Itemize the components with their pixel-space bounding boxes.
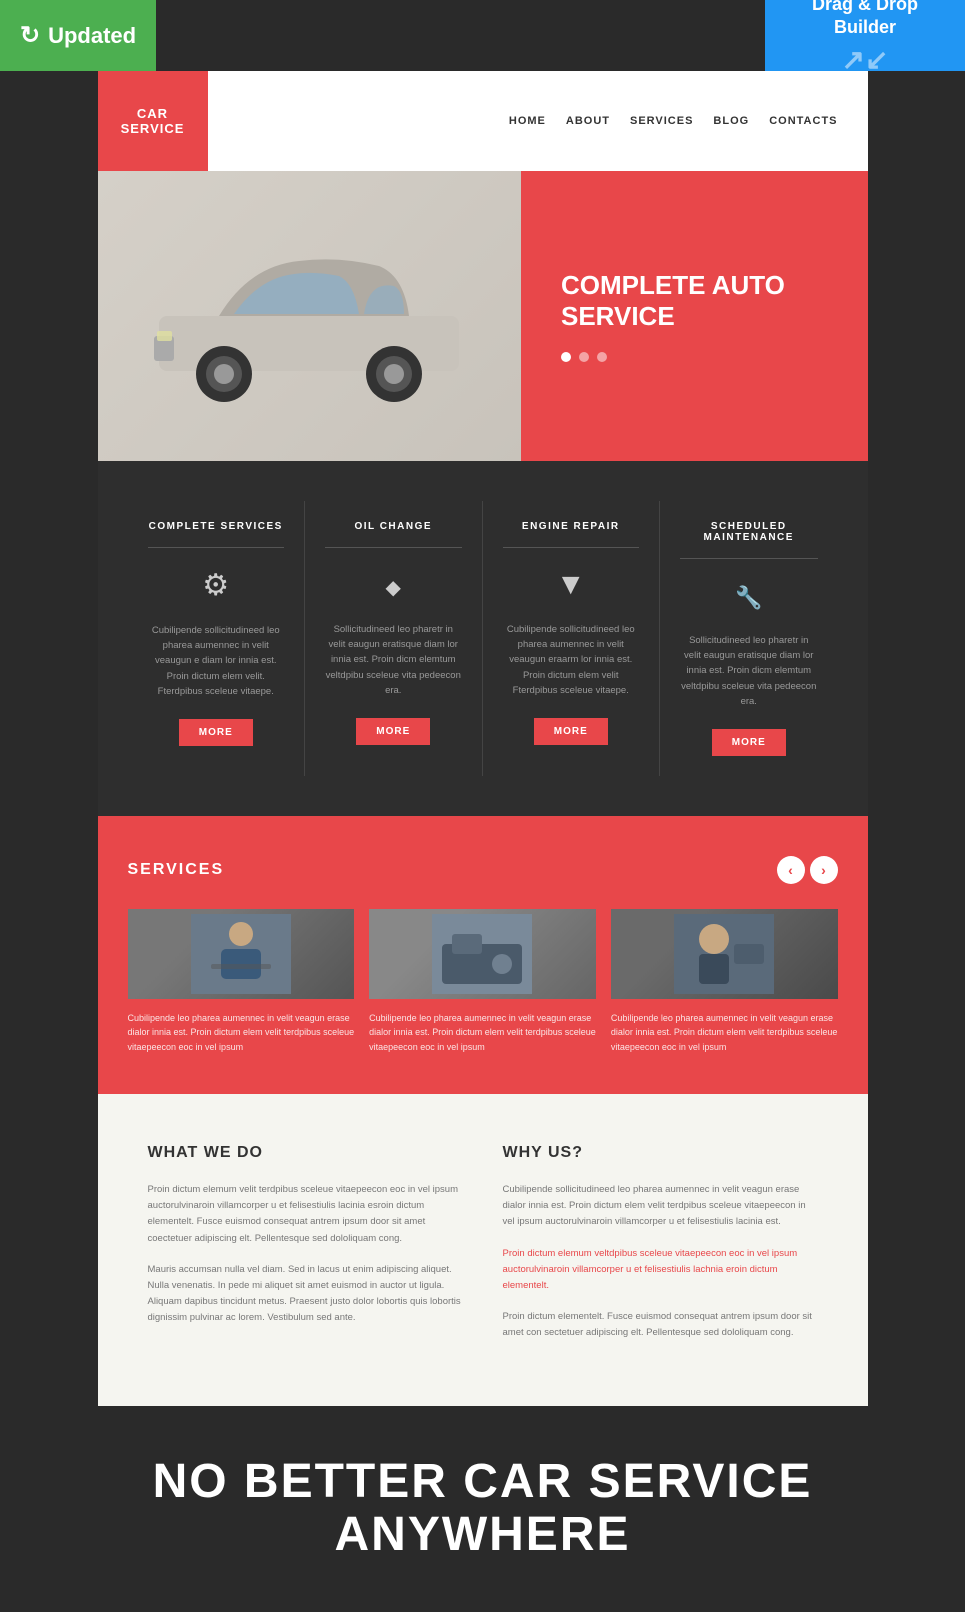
logo-line1: CAR <box>116 106 190 121</box>
why-us-para2: Proin dictum elementelt. Fusce euismod c… <box>503 1309 818 1341</box>
hero-dot-1[interactable] <box>561 352 571 362</box>
hero-dot-3[interactable] <box>597 352 607 362</box>
why-us-title: WHY US? <box>503 1144 818 1162</box>
gear-icon <box>148 568 285 603</box>
more-button-2[interactable]: MORE <box>356 718 430 745</box>
top-badges-bar: ↻ Updated Drag & Drop Builder ↗↙ <box>0 0 965 71</box>
nav-blog[interactable]: BLOG <box>713 115 749 127</box>
carousel-header: SERVICES ‹ › <box>128 856 838 884</box>
nav-about[interactable]: ABOUT <box>566 115 610 127</box>
logo: CAR SERVICE <box>98 71 208 171</box>
service-col-4: SCHEDULED MAINTENANCE Sollicitudineed le… <box>660 501 838 776</box>
drag-drop-badge: Drag & Drop Builder ↗↙ <box>765 0 965 71</box>
bottom-cta-section: NO BETTER CAR SERVICE ANYWHERE <box>98 1406 868 1612</box>
more-button-1[interactable]: MORE <box>179 719 253 746</box>
service-col-1: COMPLETE SERVICES Cubilipende sollicitud… <box>128 501 306 776</box>
carousel-image-2 <box>369 909 596 999</box>
hero-car-image <box>98 171 522 461</box>
service-desc-2: Sollicitudineed leo pharetr in velit eau… <box>325 622 462 698</box>
sync-icon: ↻ <box>20 21 40 50</box>
carousel-item-desc-3: Cubilipende leo pharea aumennec in velit… <box>611 1011 838 1054</box>
carousel-item-1: Cubilipende leo pharea aumennec in velit… <box>128 909 355 1054</box>
updated-badge: ↻ Updated <box>0 0 156 71</box>
nav-services[interactable]: SERVICES <box>630 115 693 127</box>
updated-label: Updated <box>48 23 136 49</box>
service-desc-3: Cubilipende sollicitudineed leo pharea a… <box>503 622 640 698</box>
carousel-item-desc-1: Cubilipende leo pharea aumennec in velit… <box>128 1011 355 1054</box>
services-carousel-section: SERVICES ‹ › Cubilipende leo pharea aume… <box>98 816 868 1094</box>
site-header: CAR SERVICE HOME ABOUT SERVICES BLOG CON… <box>98 71 868 171</box>
hero-text-box: COMPLETE AUTO SERVICE <box>521 171 868 461</box>
carousel-item-2: Cubilipende leo pharea aumennec in velit… <box>369 909 596 1054</box>
hero-title: COMPLETE AUTO SERVICE <box>561 270 838 332</box>
service-title-3: ENGINE REPAIR <box>503 521 640 548</box>
more-button-4[interactable]: MORE <box>712 729 786 756</box>
bottom-title: NO BETTER CAR SERVICE ANYWHERE <box>148 1456 818 1562</box>
nav-contacts[interactable]: CONTACTS <box>769 115 837 127</box>
hero-section: COMPLETE AUTO SERVICE <box>98 171 868 461</box>
carousel-items: Cubilipende leo pharea aumennec in velit… <box>128 909 838 1054</box>
why-us-para1: Cubilipende sollicitudineed leo pharea a… <box>503 1182 818 1230</box>
car-svg <box>139 226 479 406</box>
drop-icon <box>325 568 462 602</box>
service-col-2: OIL CHANGE Sollicitudineed leo pharetr i… <box>305 501 483 776</box>
nav-home[interactable]: HOME <box>509 115 546 127</box>
services-grid: COMPLETE SERVICES Cubilipende sollicitud… <box>128 501 838 776</box>
mechanic-svg-2 <box>432 914 532 994</box>
service-title-2: OIL CHANGE <box>325 521 462 548</box>
hero-dots <box>561 352 838 362</box>
drag-drop-arrow-icon: ↗↙ <box>785 42 945 78</box>
what-we-do-col: WHAT WE DO Proin dictum elemum velit ter… <box>148 1144 463 1356</box>
wrench-icon <box>680 579 818 613</box>
site-wrapper: CAR SERVICE HOME ABOUT SERVICES BLOG CON… <box>98 71 868 1612</box>
services-grid-section: COMPLETE SERVICES Cubilipende sollicitud… <box>98 461 868 816</box>
service-desc-4: Sollicitudineed leo pharetr in velit eau… <box>680 633 818 709</box>
what-we-do-para1: Proin dictum elemum velit terdpibus scel… <box>148 1182 463 1247</box>
service-title-1: COMPLETE SERVICES <box>148 521 285 548</box>
drag-drop-line2: Builder <box>785 16 945 39</box>
carousel-title: SERVICES <box>128 861 225 879</box>
what-we-do-para2: Mauris accumsan nulla vel diam. Sed in l… <box>148 1262 463 1327</box>
mechanic-svg-1 <box>191 914 291 994</box>
service-desc-1: Cubilipende sollicitudineed leo pharea a… <box>148 623 285 699</box>
what-we-do-title: WHAT WE DO <box>148 1144 463 1162</box>
carousel-image-3 <box>611 909 838 999</box>
carousel-prev-button[interactable]: ‹ <box>777 856 805 884</box>
filter-icon <box>503 568 640 602</box>
carousel-image-1 <box>128 909 355 999</box>
carousel-item-desc-2: Cubilipende leo pharea aumennec in velit… <box>369 1011 596 1054</box>
why-us-highlight: Proin dictum elemum veltdpibus sceleue v… <box>503 1246 818 1294</box>
about-section: WHAT WE DO Proin dictum elemum velit ter… <box>98 1094 868 1406</box>
why-us-col: WHY US? Cubilipende sollicitudineed leo … <box>503 1144 818 1356</box>
carousel-next-button[interactable]: › <box>810 856 838 884</box>
service-col-3: ENGINE REPAIR Cubilipende sollicitudinee… <box>483 501 661 776</box>
drag-drop-line1: Drag & Drop <box>785 0 945 16</box>
carousel-item-3: Cubilipende leo pharea aumennec in velit… <box>611 909 838 1054</box>
logo-line2: SERVICE <box>116 121 190 136</box>
carousel-nav: ‹ › <box>777 856 838 884</box>
service-title-4: SCHEDULED MAINTENANCE <box>680 521 818 559</box>
hero-dot-2[interactable] <box>579 352 589 362</box>
mechanic-svg-3 <box>674 914 774 994</box>
main-nav: HOME ABOUT SERVICES BLOG CONTACTS <box>208 115 868 127</box>
more-button-3[interactable]: MORE <box>534 718 608 745</box>
